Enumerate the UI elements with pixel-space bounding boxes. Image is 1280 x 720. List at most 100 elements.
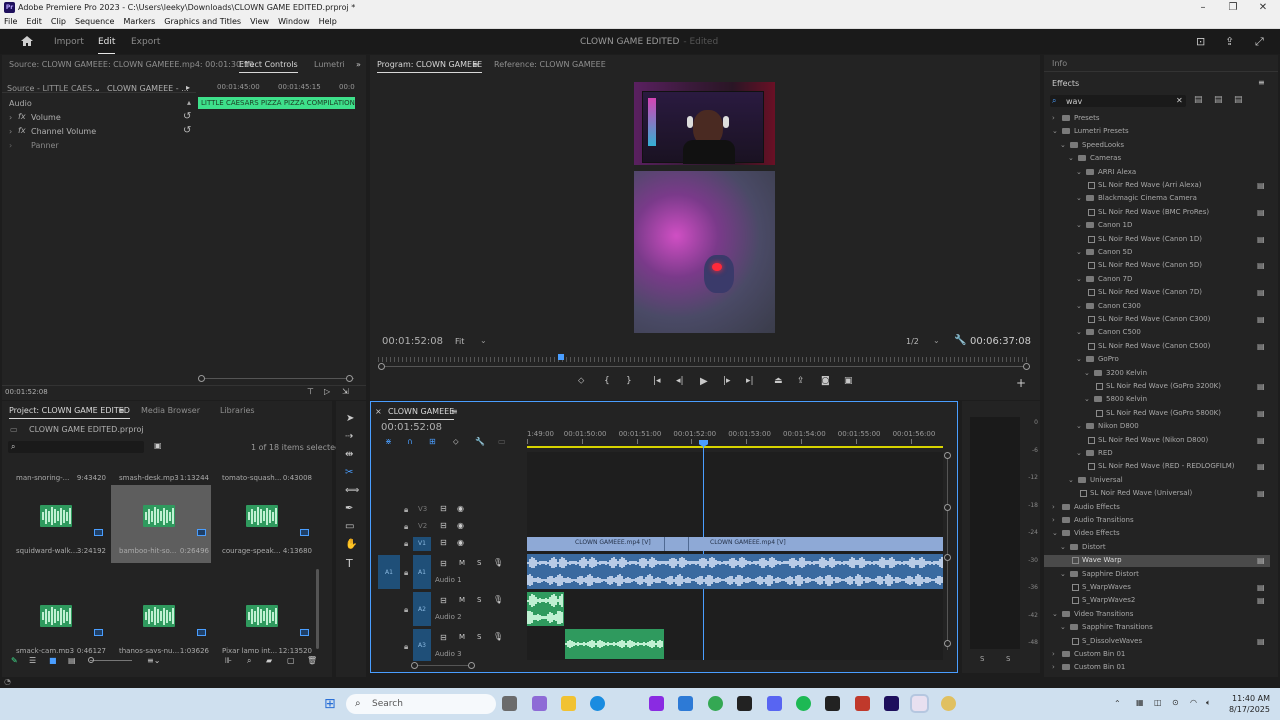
tab-reference[interactable]: Reference: CLOWN GAMEEE bbox=[494, 60, 606, 69]
tab-project[interactable]: Project: CLOWN GAME EDITED bbox=[9, 406, 130, 419]
effects-folder[interactable]: ⌄ Canon 7D bbox=[1044, 274, 1270, 286]
hand-tool-icon[interactable]: ✋ bbox=[345, 539, 357, 550]
effect-volume[interactable]: Volume bbox=[31, 113, 61, 122]
chevron-down-icon[interactable]: ⌄ bbox=[1076, 248, 1082, 256]
effects-folder[interactable]: ⌄ Canon C500 bbox=[1044, 327, 1270, 339]
effect-controls-ruler[interactable]: 00:01:45:00 00:01:45:15 00:0 bbox=[198, 81, 358, 93]
rectangle-tool-icon[interactable]: ▭ bbox=[345, 521, 354, 532]
tab-libraries[interactable]: Libraries bbox=[220, 406, 255, 415]
tab-media-browser[interactable]: Media Browser bbox=[141, 406, 200, 415]
slip-tool-icon[interactable]: ⟺ bbox=[345, 485, 359, 496]
effects-item[interactable]: SL Noir Red Wave (Canon C300) ▤ bbox=[1044, 314, 1270, 326]
type-tool-icon[interactable]: T bbox=[346, 557, 353, 570]
32bit-effects-icon[interactable]: ▤ bbox=[1214, 95, 1223, 105]
effects-item[interactable]: S_DissolveWaves ▤ bbox=[1044, 636, 1270, 648]
menu-markers[interactable]: Markers bbox=[119, 15, 160, 26]
effect-controls-timecode[interactable]: 00:01:52:08 bbox=[5, 388, 48, 396]
file-explorer-icon[interactable] bbox=[561, 696, 576, 711]
tab-sequence[interactable]: CLOWN GAMEEE bbox=[388, 407, 455, 420]
effects-folder[interactable]: ⌄ 5800 Kelvin bbox=[1044, 394, 1270, 406]
play-only-icon[interactable]: ▷ bbox=[324, 387, 330, 396]
effects-folder[interactable]: ⌄ Canon 1D bbox=[1044, 220, 1270, 232]
effects-folder[interactable]: ⌄ Video Transitions bbox=[1044, 609, 1270, 621]
effects-folder[interactable]: ⌄ ARRI Alexa bbox=[1044, 167, 1270, 179]
pen-tool-icon[interactable]: ✒ bbox=[345, 503, 353, 514]
reset-icon[interactable]: ↺ bbox=[183, 125, 191, 136]
play-arrow-icon[interactable]: ▸ bbox=[186, 83, 190, 92]
comparison-view-icon[interactable]: ▣ bbox=[844, 376, 853, 386]
effects-item[interactable]: SL Noir Red Wave (Nikon D800) ▤ bbox=[1044, 435, 1270, 447]
track-target-v1[interactable]: V1 bbox=[413, 537, 431, 551]
tab-edit[interactable]: Edit bbox=[98, 37, 116, 54]
menu-window[interactable]: Window bbox=[274, 15, 315, 26]
add-button-icon[interactable]: + bbox=[1016, 376, 1026, 390]
project-item[interactable]: Pixar lamp int... 12:13520 bbox=[214, 585, 314, 653]
effects-item[interactable]: SL Noir Red Wave (Canon 7D) ▤ bbox=[1044, 287, 1270, 299]
lock-icon[interactable]: 🔒︎ bbox=[404, 522, 408, 532]
effects-folder[interactable]: › Custom Bin 01 bbox=[1044, 649, 1270, 661]
chevron-down-icon[interactable]: ⌄ bbox=[1076, 449, 1082, 457]
lock-icon[interactable]: 🔒︎ bbox=[404, 642, 408, 652]
chevron-down-icon[interactable]: ⌄ bbox=[1084, 369, 1090, 377]
source-dropdown[interactable]: Source - LITTLE CAES... bbox=[7, 84, 100, 93]
icon-view-icon[interactable]: ■ bbox=[49, 656, 57, 665]
effects-folder[interactable]: ⌄ GoPro bbox=[1044, 354, 1270, 366]
video-clip-v1[interactable]: CLOWN GAMEEE.mp4 [V] CLOWN GAMEEE.mp4 [V… bbox=[527, 537, 943, 551]
chevron-down-icon[interactable]: ⌄ bbox=[1076, 422, 1082, 430]
program-timecode[interactable]: 00:01:52:08 bbox=[382, 336, 443, 347]
menu-graphics-and-titles[interactable]: Graphics and Titles bbox=[160, 15, 246, 26]
audio-clip-a3[interactable] bbox=[565, 629, 664, 659]
effects-folder[interactable]: ⌄ Universal bbox=[1044, 475, 1270, 487]
yuv-effects-icon[interactable]: ▤ bbox=[1234, 95, 1243, 105]
app-icon[interactable] bbox=[737, 696, 752, 711]
project-item[interactable]: squidward-walk... 3:24192 bbox=[8, 485, 108, 563]
captions-icon[interactable]: ▭ bbox=[498, 437, 506, 446]
freeform-view-icon[interactable]: ▤ bbox=[68, 656, 76, 665]
chevron-down-icon[interactable]: ⌄ bbox=[1076, 355, 1082, 363]
lock-icon[interactable]: 🔒︎ bbox=[404, 539, 408, 549]
timeline-settings-icon[interactable]: 🔧 bbox=[475, 437, 485, 446]
chevron-down-icon[interactable]: ⌄ bbox=[1060, 141, 1066, 149]
effects-folder[interactable]: ⌄ SpeedLooks bbox=[1044, 140, 1270, 152]
chevron-right-icon[interactable]: › bbox=[1052, 663, 1055, 671]
fullscreen-icon[interactable]: ⤢ bbox=[1255, 35, 1269, 48]
sort-icon[interactable]: ≡⌄ bbox=[147, 656, 160, 665]
tab-source[interactable]: Source: CLOWN GAMEEE: CLOWN GAMEEE.mp4: … bbox=[9, 60, 254, 69]
tray-chevron-icon[interactable]: ⌃ bbox=[1114, 699, 1121, 708]
effects-item[interactable]: SL Noir Red Wave (RED - REDLOGFILM) ▤ bbox=[1044, 461, 1270, 473]
track-target-a1[interactable]: A1 bbox=[413, 555, 431, 589]
effects-folder[interactable]: ⌄ Canon C300 bbox=[1044, 301, 1270, 313]
mute-button[interactable]: M bbox=[459, 633, 465, 641]
spotify-icon[interactable] bbox=[796, 696, 811, 711]
app-icon[interactable] bbox=[855, 696, 870, 711]
effects-folder[interactable]: ⌄ Lumetri Presets bbox=[1044, 126, 1270, 138]
accelerated-effects-icon[interactable]: ▤ bbox=[1194, 95, 1203, 105]
sync-lock-icon[interactable]: ⊟ bbox=[440, 521, 447, 530]
tab-export[interactable]: Export bbox=[131, 37, 160, 47]
effects-folder[interactable]: ⌄ Sapphire Distort bbox=[1044, 569, 1270, 581]
project-item[interactable]: bamboo-hit-so... 0:26496 bbox=[111, 485, 211, 563]
sync-lock-icon[interactable]: ⊟ bbox=[440, 559, 447, 568]
effects-folder[interactable]: › Audio Transitions bbox=[1044, 515, 1270, 527]
chevron-down-icon[interactable]: ⌄ bbox=[1060, 570, 1066, 578]
effects-item[interactable]: SL Noir Red Wave (GoPro 5800K) ▤ bbox=[1044, 408, 1270, 420]
reset-icon[interactable]: ↺ bbox=[183, 111, 191, 122]
chevron-down-icon[interactable]: ⌄ bbox=[1076, 275, 1082, 283]
panel-menu-icon[interactable]: ≡ bbox=[451, 407, 458, 416]
close-tab-icon[interactable]: × bbox=[375, 407, 382, 416]
outlook-icon[interactable] bbox=[678, 696, 693, 711]
list-view-icon[interactable]: ☰ bbox=[29, 656, 36, 665]
menu-help[interactable]: Help bbox=[315, 15, 342, 26]
extract-icon[interactable]: ⇪ bbox=[797, 376, 805, 386]
sync-lock-icon[interactable]: ⊟ bbox=[440, 633, 447, 642]
go-to-in-icon[interactable]: |◂ bbox=[653, 376, 661, 386]
program-video-frame[interactable] bbox=[634, 82, 775, 333]
tab-program[interactable]: Program: CLOWN GAMEEE bbox=[377, 60, 483, 73]
windows-start-icon[interactable]: ⊞ bbox=[324, 696, 336, 712]
solo-right-button[interactable]: S bbox=[1006, 655, 1010, 663]
mark-out-icon[interactable]: } bbox=[626, 376, 632, 386]
effects-folder[interactable]: › Custom Bin 01 bbox=[1044, 662, 1270, 674]
app-icon[interactable] bbox=[825, 696, 840, 711]
add-marker-icon[interactable]: ⬦ bbox=[453, 437, 459, 447]
track-target-a2[interactable]: A2 bbox=[413, 592, 431, 626]
